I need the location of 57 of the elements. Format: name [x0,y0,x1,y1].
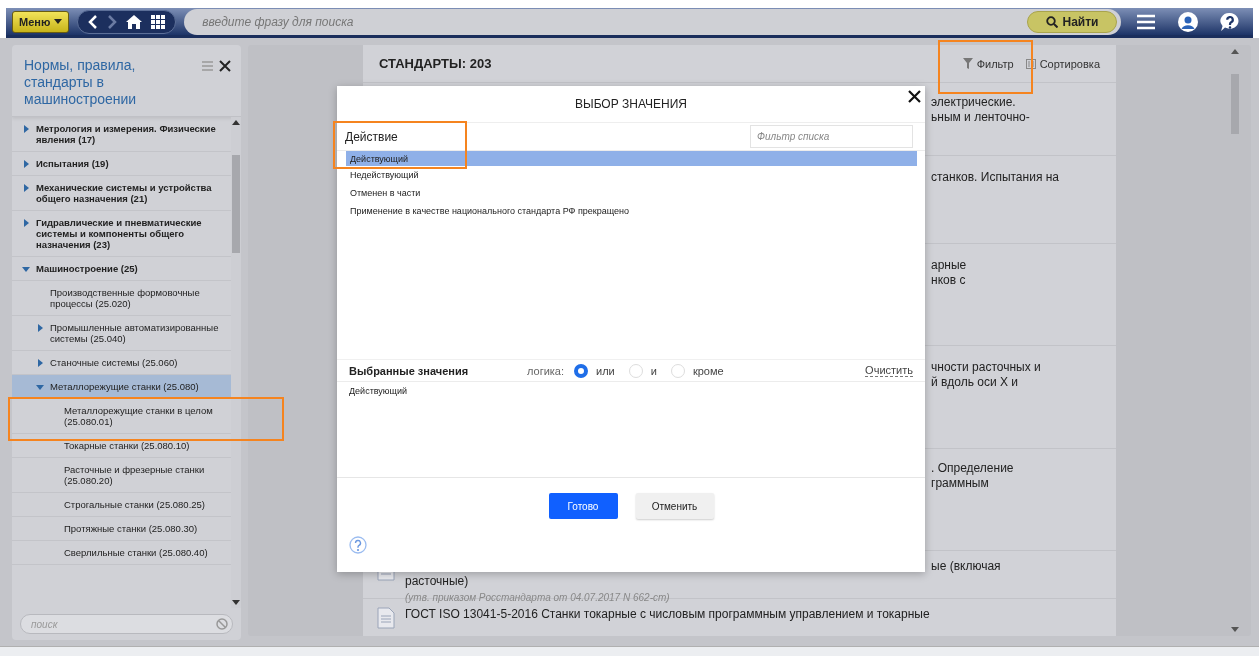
tree-item[interactable]: Машиностроение (25) [12,257,231,281]
tree-item[interactable]: Токарные станки (25.080.10) [12,434,231,458]
logic-radio[interactable]: и [628,363,657,378]
document-title-fragment: арные [931,258,967,273]
done-button[interactable]: Готово [548,493,618,519]
option-item[interactable]: Отменен в части [346,184,917,202]
menu-button[interactable]: Меню [12,10,70,33]
scroll-up-icon[interactable] [1231,49,1239,54]
document-title: расточные) [405,574,469,589]
sidebar-title: Нормы, правила, стандарты в машиностроении [24,57,138,108]
sidebar-search-field[interactable]: поиск [20,614,233,634]
cancel-button[interactable]: Отменить [635,493,714,519]
field-label: Действие [345,129,399,144]
find-button[interactable]: Найти [1027,10,1117,33]
scroll-down-icon[interactable] [1231,627,1239,632]
scroll-up-icon[interactable] [232,120,240,125]
scrollbar-thumb[interactable] [1231,74,1239,134]
scrollbar-thumb[interactable] [232,155,240,253]
selected-value: Действующий [349,386,409,396]
document-title-fragment: электрические. [931,95,1016,110]
forward-icon[interactable] [107,14,118,29]
close-icon[interactable] [219,60,231,72]
sort-icon [1025,58,1036,69]
document-icon [377,607,395,629]
option-item[interactable]: Действующий [346,151,917,166]
tree-item[interactable]: Испытания (19) [12,152,231,176]
logic-label: логика: [527,364,565,377]
document-title-fragment: ьным и ленточно- [931,110,1030,125]
logic-radio[interactable]: кроме [670,363,724,378]
document-title-fragment: станков. Испытания на [931,170,1059,185]
scroll-down-icon[interactable] [232,600,240,605]
tree-item[interactable]: Металлорежущие станки (25.080) [12,375,231,399]
option-item[interactable]: Недействующий [346,166,917,184]
back-icon[interactable] [88,14,99,29]
document-title-fragment: . Определение [931,461,1014,476]
filter-link[interactable]: Фильтр [962,57,1014,70]
clear-link[interactable]: Очистить [865,364,913,377]
home-icon[interactable] [126,14,143,29]
document-title-fragment: нков с [931,273,966,288]
option-item[interactable]: Применение в качестве национального стандарта РФ прекращено [346,202,917,220]
search-field[interactable]: введите фразу для поиска Найти [184,8,1121,35]
selected-values-title: Выбранные значения [349,364,470,377]
document-title: ГОСТ ISO 13041-5-2016 Станки токарные с числовым программным управлением и токарные [405,607,930,622]
list-title: СТАНДАРТЫ: 203 [379,56,493,71]
funnel-icon [962,58,973,69]
search-icon [1045,15,1058,28]
logic-radio[interactable]: или [574,363,615,378]
grid-icon[interactable] [151,14,166,29]
close-button[interactable] [908,90,921,103]
document-title-fragment: ые (включая [931,559,1001,574]
document-title-fragment: чности расточных и [931,360,1041,375]
dialog-title: ВЫБОР ЗНАЧЕНИЯ [575,97,687,111]
sort-link[interactable]: Сортировка [1025,57,1100,70]
caret-down-icon [54,19,63,24]
document-title-fragment: граммным [931,476,989,491]
list-filter-field[interactable]: Фильтр списка [750,125,913,148]
document-title-fragment: й вдоль оси X и [931,375,1019,390]
